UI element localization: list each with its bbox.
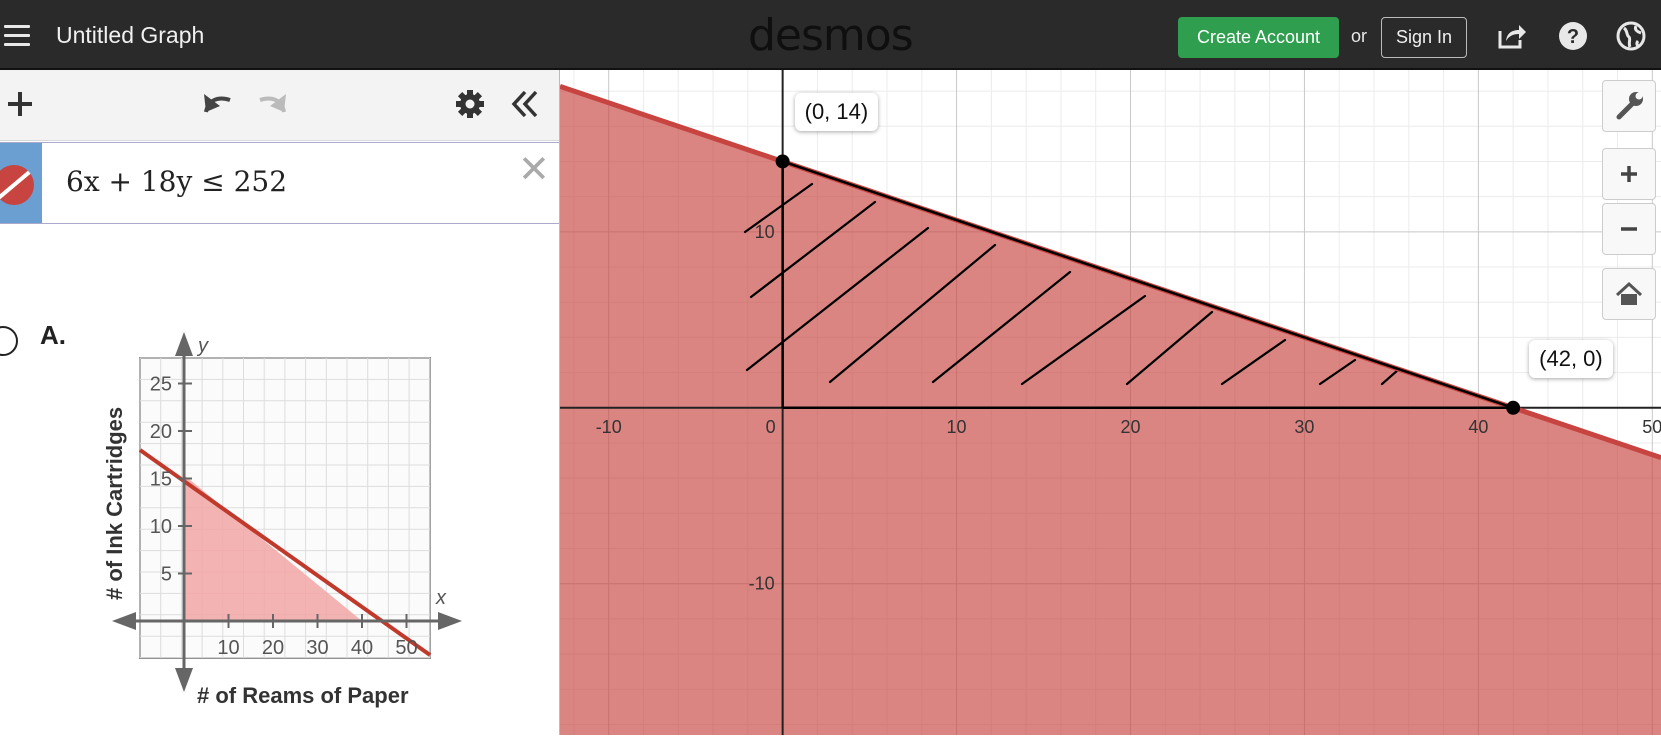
thumb-x-tick-label: 40 bbox=[351, 637, 373, 659]
zoom-in-icon[interactable] bbox=[1602, 148, 1656, 200]
zoom-out-icon[interactable] bbox=[1602, 203, 1656, 255]
x-tick-label: 0 bbox=[766, 417, 776, 437]
expression-panel: 6x + 18y ≤ 252 ✕ A. y x 25 20 15 10 5 10 20 30… bbox=[0, 70, 560, 735]
expression-tab bbox=[0, 143, 42, 223]
point-marker bbox=[1506, 400, 1521, 415]
point-marker bbox=[775, 154, 790, 169]
or-text: or bbox=[1351, 26, 1368, 46]
thumb-x-tick-label: 20 bbox=[262, 637, 284, 659]
desmos-logo: desmos bbox=[748, 10, 914, 61]
x-tick-label: 20 bbox=[1120, 417, 1140, 437]
help-icon[interactable]: ? bbox=[1556, 19, 1590, 53]
thumb-x-tick-label: 10 bbox=[217, 637, 239, 659]
thumb-x-arrow-left bbox=[112, 612, 136, 630]
thumb-y-tick-label: 20 bbox=[150, 421, 172, 443]
delete-expression-icon[interactable]: ✕ bbox=[518, 151, 550, 189]
collapse-panel-icon[interactable] bbox=[505, 84, 545, 124]
share-icon[interactable] bbox=[1494, 19, 1528, 53]
thumb-y-tick-label: 10 bbox=[150, 516, 172, 538]
sign-in-button[interactable]: Sign In bbox=[1381, 17, 1467, 58]
thumb-y-tick-label: 15 bbox=[150, 469, 172, 491]
svg-text:?: ? bbox=[1567, 26, 1579, 48]
create-account-button[interactable]: Create Account bbox=[1178, 17, 1339, 58]
x-tick-label: 30 bbox=[1294, 417, 1314, 437]
point-label-0-14[interactable]: (0, 14) bbox=[794, 93, 879, 132]
x-tick-label: 10 bbox=[947, 417, 967, 437]
textbook-graph-image: y x 25 20 15 10 5 10 20 30 40 50 # of Ink Cartri… bbox=[102, 332, 462, 708]
x-tick-label: -10 bbox=[596, 417, 622, 437]
globe-icon[interactable] bbox=[1614, 19, 1648, 53]
x-tick-label: 50 bbox=[1642, 417, 1661, 437]
undo-icon[interactable] bbox=[198, 84, 238, 124]
redo-icon[interactable] bbox=[252, 84, 292, 124]
thumb-y-tick-label: 5 bbox=[161, 564, 172, 586]
expression-color-icon[interactable] bbox=[0, 165, 34, 205]
y-tick-label: -10 bbox=[749, 574, 775, 594]
thumb-x-arrow-right bbox=[438, 612, 462, 630]
thumb-y-arrow-down bbox=[175, 668, 193, 692]
expression-row[interactable]: 6x + 18y ≤ 252 ✕ bbox=[0, 142, 559, 224]
shaded-region bbox=[560, 86, 1661, 735]
x-tick-label: 40 bbox=[1468, 417, 1488, 437]
home-icon[interactable] bbox=[1602, 268, 1656, 320]
graph-paper[interactable]: -10 0 10 20 30 40 50 10 -10 bbox=[560, 70, 1661, 735]
point-label-42-0[interactable]: (42, 0) bbox=[1529, 339, 1613, 378]
header: Untitled Graph desmos Create Account or … bbox=[0, 0, 1661, 70]
expression-toolbar bbox=[0, 70, 559, 141]
thumb-y-arrow-up bbox=[175, 332, 193, 356]
thumb-x-tick-label: 30 bbox=[306, 637, 328, 659]
thumb-x-axis-label: # of Reams of Paper bbox=[197, 683, 409, 708]
graph-settings-wrench-icon[interactable] bbox=[1602, 80, 1656, 132]
y-tick-label: 10 bbox=[755, 222, 775, 242]
thumb-y-tick-label: 25 bbox=[150, 374, 172, 396]
thumb-x-letter: x bbox=[435, 587, 447, 609]
thumb-x-tick-label: 50 bbox=[395, 637, 417, 659]
thumb-y-axis-label: # of Ink Cartridges bbox=[102, 407, 127, 600]
expression-input[interactable]: 6x + 18y ≤ 252 bbox=[66, 165, 287, 198]
add-item-icon[interactable] bbox=[0, 84, 40, 124]
thumb-y-letter: y bbox=[196, 335, 209, 357]
menu-icon[interactable] bbox=[0, 20, 34, 52]
settings-gear-icon[interactable] bbox=[450, 84, 490, 124]
graph-title[interactable]: Untitled Graph bbox=[56, 22, 204, 49]
graph-canvas[interactable]: -10 0 10 20 30 40 50 10 -10 bbox=[560, 70, 1661, 735]
